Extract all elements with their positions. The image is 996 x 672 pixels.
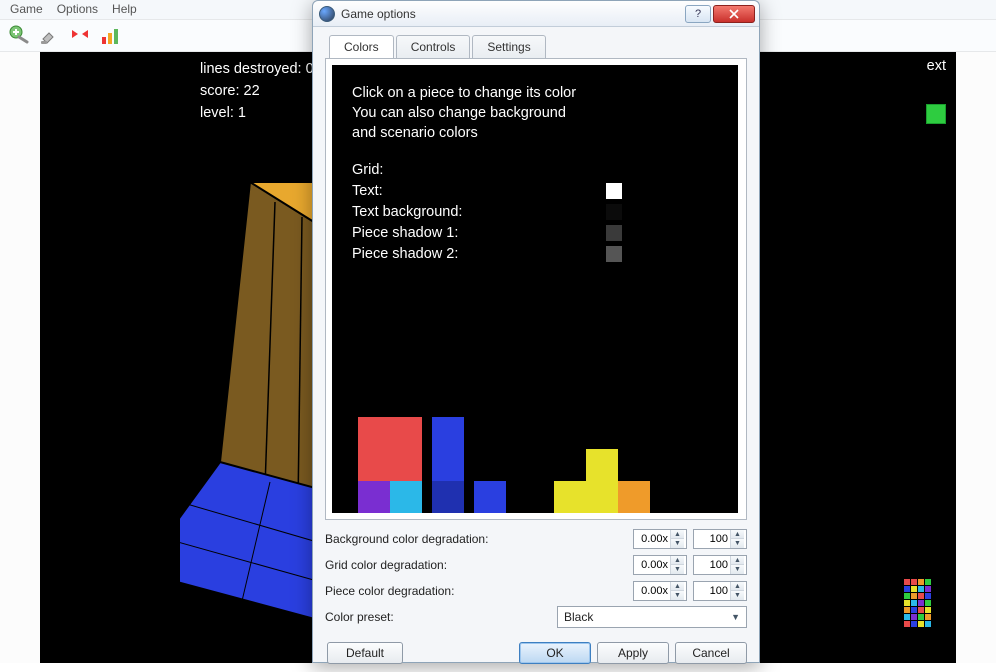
- swatch-text[interactable]: [606, 183, 622, 199]
- toolbar-btn-settings[interactable]: [38, 24, 62, 48]
- piece-cell[interactable]: [554, 481, 586, 513]
- color-preset-label: Color preset:: [325, 610, 394, 624]
- legend-shadow1-label: Piece shadow 1:: [352, 225, 602, 241]
- spin-down-icon[interactable]: ▼: [731, 591, 744, 600]
- piece-degradation-x-input[interactable]: [634, 585, 670, 597]
- grid-degradation-value-spinner[interactable]: ▲▼: [693, 555, 747, 575]
- spin-up-icon[interactable]: ▲: [671, 582, 684, 591]
- grid-degradation-x-spinner[interactable]: ▲▼: [633, 555, 687, 575]
- menu-help[interactable]: Help: [112, 2, 137, 17]
- menu-options[interactable]: Options: [57, 2, 98, 17]
- piece-cell[interactable]: [358, 449, 390, 481]
- grid-degradation-value-input[interactable]: [694, 559, 730, 571]
- toolbar-btn-stats[interactable]: [98, 24, 122, 48]
- menu-game[interactable]: Game: [10, 2, 43, 17]
- piece-degradation-value-spinner[interactable]: ▲▼: [693, 581, 747, 601]
- piece-cell[interactable]: [390, 417, 422, 449]
- spin-down-icon[interactable]: ▼: [671, 539, 684, 548]
- piece-degradation-label: Piece color degradation:: [325, 584, 627, 598]
- legend-textbg-label: Text background:: [352, 204, 602, 220]
- piece-cell[interactable]: [586, 481, 618, 513]
- legend-text-label: Text:: [352, 183, 602, 199]
- piece-cell[interactable]: [618, 481, 650, 513]
- toolbar-btn-flag[interactable]: [68, 24, 92, 48]
- piece-degradation-x-spinner[interactable]: ▲▼: [633, 581, 687, 601]
- swatch-grid[interactable]: [606, 162, 622, 178]
- spin-down-icon[interactable]: ▼: [731, 539, 744, 548]
- ok-button[interactable]: OK: [519, 642, 591, 664]
- preview-instruction: Click on a piece to change its color You…: [352, 83, 576, 143]
- score-value: 22: [244, 83, 260, 99]
- score-label: score:: [200, 83, 240, 99]
- spin-up-icon[interactable]: ▲: [671, 530, 684, 539]
- piece-cell[interactable]: [432, 449, 464, 481]
- piece-cell[interactable]: [358, 417, 390, 449]
- bg-degradation-value-spinner[interactable]: ▲▼: [693, 529, 747, 549]
- piece-degradation-value-input[interactable]: [694, 585, 730, 597]
- dialog-button-row: Default OK Apply Cancel: [313, 636, 759, 672]
- dialog-title: Game options: [341, 7, 685, 21]
- next-label: ext: [927, 58, 946, 74]
- legend-shadow2-label: Piece shadow 2:: [352, 246, 602, 262]
- spin-down-icon[interactable]: ▼: [671, 565, 684, 574]
- piece-cell[interactable]: [390, 481, 422, 513]
- color-legend: Grid: Text: Text background: Piece shado…: [352, 159, 622, 264]
- piece-cell[interactable]: [432, 481, 464, 513]
- swatch-textbg[interactable]: [606, 204, 622, 220]
- tab-settings[interactable]: Settings: [472, 35, 545, 58]
- dialog-titlebar[interactable]: Game options ?: [313, 1, 759, 27]
- spin-up-icon[interactable]: ▲: [731, 582, 744, 591]
- grid-degradation-x-input[interactable]: [634, 559, 670, 571]
- tab-strip: Colors Controls Settings: [313, 27, 759, 58]
- tab-content-colors: Click on a piece to change its color You…: [325, 58, 747, 520]
- legend-grid-label: Grid:: [352, 162, 602, 178]
- instruction-line1: Click on a piece to change its color: [352, 83, 576, 103]
- swatch-shadow1[interactable]: [606, 225, 622, 241]
- color-preview-area: Click on a piece to change its color You…: [332, 65, 738, 513]
- lines-label: lines destroyed:: [200, 61, 302, 77]
- toolbar-btn-new-game[interactable]: [8, 24, 32, 48]
- level-value: 1: [238, 105, 246, 121]
- default-button[interactable]: Default: [327, 642, 403, 664]
- next-piece-block: [926, 104, 946, 124]
- chevron-down-icon: ▼: [731, 612, 740, 622]
- bg-degradation-x-input[interactable]: [634, 533, 670, 545]
- bg-degradation-value-input[interactable]: [694, 533, 730, 545]
- cancel-button[interactable]: Cancel: [675, 642, 747, 664]
- instruction-line3: and scenario colors: [352, 123, 576, 143]
- spin-up-icon[interactable]: ▲: [731, 530, 744, 539]
- tab-colors[interactable]: Colors: [329, 35, 394, 58]
- bg-degradation-x-spinner[interactable]: ▲▼: [633, 529, 687, 549]
- close-button[interactable]: [713, 5, 755, 23]
- help-button[interactable]: ?: [685, 5, 711, 23]
- piece-cell[interactable]: [390, 449, 422, 481]
- color-preset-value: Black: [564, 610, 593, 624]
- tab-controls[interactable]: Controls: [396, 35, 471, 58]
- level-label: level:: [200, 105, 234, 121]
- piece-cell[interactable]: [586, 449, 618, 481]
- grid-degradation-label: Grid color degradation:: [325, 558, 627, 572]
- game-stats: lines destroyed: 0 score: 22 level: 1: [200, 58, 314, 124]
- bg-degradation-label: Background color degradation:: [325, 532, 627, 546]
- piece-cell[interactable]: [474, 481, 506, 513]
- piece-cell[interactable]: [432, 417, 464, 449]
- instruction-line2: You can also change background: [352, 103, 576, 123]
- apply-button[interactable]: Apply: [597, 642, 669, 664]
- dialog-title-icon: [319, 6, 335, 22]
- color-preset-row: Color preset: Black ▼: [313, 604, 759, 636]
- piece-preview: [332, 403, 738, 513]
- spin-up-icon[interactable]: ▲: [671, 556, 684, 565]
- piece-cell[interactable]: [358, 481, 390, 513]
- spin-down-icon[interactable]: ▼: [731, 565, 744, 574]
- mini-color-stack: [904, 579, 944, 659]
- spin-up-icon[interactable]: ▲: [731, 556, 744, 565]
- spin-down-icon[interactable]: ▼: [671, 591, 684, 600]
- degradation-section: Background color degradation: ▲▼ ▲▼ Grid…: [313, 520, 759, 604]
- swatch-shadow2[interactable]: [606, 246, 622, 262]
- color-preset-select[interactable]: Black ▼: [557, 606, 747, 628]
- game-options-dialog: Game options ? Colors Controls Settings …: [312, 0, 760, 663]
